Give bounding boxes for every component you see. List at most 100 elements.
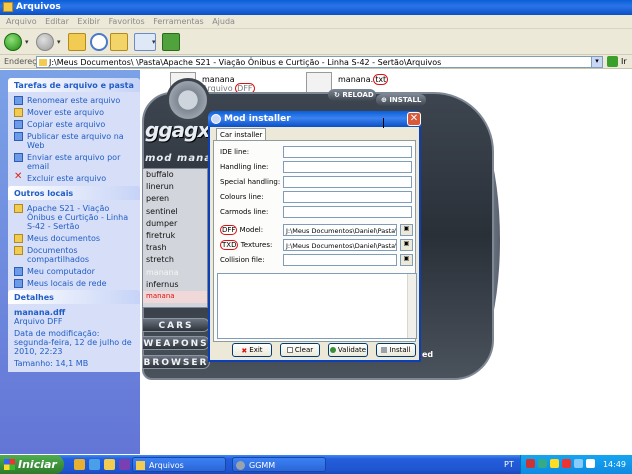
- folders-icon[interactable]: [110, 33, 128, 51]
- ide-line-input[interactable]: [283, 146, 412, 158]
- notes-textarea[interactable]: [217, 273, 417, 339]
- collision-file-input[interactable]: [283, 254, 397, 266]
- install-top-button[interactable]: ⊕ INSTALL: [376, 94, 426, 106]
- menu-ajuda[interactable]: Ajuda: [212, 17, 235, 26]
- start-button[interactable]: Iniciar: [0, 455, 64, 474]
- file-name: manana. txt: [338, 74, 389, 85]
- address-input[interactable]: J:\Meus Documentos\ \Pasta\Apache S21 - …: [36, 56, 592, 68]
- other-places-title[interactable]: Outros locais: [8, 186, 140, 200]
- address-text: J:\Meus Documentos\ \Pasta\Apache S21 - …: [49, 58, 442, 67]
- vehicle-item[interactable]: firetruk: [143, 230, 207, 242]
- file-tasks-title[interactable]: Tarefas de arquivo e pasta: [8, 78, 140, 92]
- copy-icon: [14, 120, 23, 129]
- quick-launch-icon[interactable]: [89, 459, 100, 470]
- browse-folder-icon[interactable]: ▣: [400, 239, 413, 251]
- close-icon[interactable]: ✕: [407, 112, 421, 126]
- reload-button[interactable]: ↻ RELOAD: [328, 89, 376, 101]
- vehicle-item[interactable]: trash: [143, 242, 207, 254]
- place-network[interactable]: Meus locais de rede: [14, 279, 136, 288]
- carmods-line-input[interactable]: [283, 206, 412, 218]
- forward-dropdown-icon[interactable]: ▾: [57, 38, 61, 46]
- menu-favoritos[interactable]: Favoritos: [109, 17, 145, 26]
- txd-textures-input[interactable]: J:\Meus Documentos\Daniel\Pasta\Apa: [283, 239, 397, 251]
- search-icon[interactable]: [90, 33, 108, 51]
- handling-line-label: Handling line:: [220, 163, 269, 171]
- vehicle-item[interactable]: sentinel: [143, 206, 207, 218]
- special-handling-input[interactable]: [283, 176, 412, 188]
- task-rename[interactable]: Renomear este arquivo: [14, 96, 136, 105]
- folder-icon: [39, 59, 47, 66]
- task-publish[interactable]: Publicar este arquivo na Web: [14, 132, 136, 150]
- network-tray-icon[interactable]: [586, 459, 595, 468]
- sync-icon[interactable]: [162, 33, 180, 51]
- notes-scrollbar[interactable]: [407, 274, 416, 338]
- place-my-documents[interactable]: Meus documentos: [14, 234, 136, 243]
- tray-icon[interactable]: [550, 459, 559, 468]
- menu-arquivo[interactable]: Arquivo: [6, 17, 37, 26]
- vehicle-item[interactable]: infernus: [143, 279, 207, 291]
- back-arrow-icon[interactable]: [4, 33, 22, 51]
- vehicle-item[interactable]: stretch: [143, 254, 207, 266]
- detail-modified: Data de modificação: segunda-feira, 12 d…: [14, 329, 132, 356]
- browse-folder-icon[interactable]: ▣: [400, 254, 413, 266]
- address-dropdown-icon[interactable]: ▾: [591, 56, 603, 68]
- place-shared-documents[interactable]: Documentos compartilhados: [14, 246, 136, 264]
- detail-size: Tamanho: 14,1 MB: [14, 359, 89, 368]
- car-installer-pane: IDE line: Handling line: Special handlin…: [213, 140, 417, 342]
- tray-icon[interactable]: [562, 459, 571, 468]
- colours-line-label: Colours line:: [220, 193, 264, 201]
- place-apache[interactable]: Apache S21 - Viação Ônibus e Curtição - …: [14, 204, 136, 231]
- up-folder-icon[interactable]: [68, 33, 86, 51]
- explorer-title-bar[interactable]: Arquivos: [0, 0, 632, 15]
- cars-button[interactable]: CARS: [142, 318, 210, 332]
- task-email[interactable]: Enviar este arquivo por email: [14, 153, 136, 171]
- special-handling-label: Special handling:: [220, 178, 281, 186]
- taskbar-item-arquivos[interactable]: Arquivos: [132, 457, 226, 472]
- taskbar-item-ggmm[interactable]: GGMM: [232, 457, 326, 472]
- place-my-computer[interactable]: Meu computador: [14, 267, 136, 276]
- ide-line-row: IDE line:: [217, 146, 413, 159]
- details-title[interactable]: Detalhes: [8, 290, 140, 304]
- dialog-title-bar[interactable]: Mod installer ✕: [208, 111, 421, 127]
- task-delete[interactable]: ✕ Excluir este arquivo: [14, 172, 136, 184]
- vehicle-item[interactable]: linerun: [143, 181, 207, 193]
- browse-folder-icon[interactable]: ▣: [400, 224, 413, 236]
- forward-arrow-icon[interactable]: [36, 33, 54, 51]
- vehicle-item[interactable]: dumper: [143, 218, 207, 230]
- menu-exibir[interactable]: Exibir: [77, 17, 100, 26]
- quick-launch-icon[interactable]: [104, 459, 115, 470]
- weapons-button[interactable]: WEAPONS: [142, 336, 210, 350]
- quick-launch-icon[interactable]: [119, 459, 130, 470]
- vehicle-list[interactable]: buffalo linerun peren sentinel dumper fi…: [142, 168, 208, 308]
- menu-editar[interactable]: Editar: [45, 17, 69, 26]
- language-indicator[interactable]: PT: [504, 460, 514, 469]
- file-tasks-panel: Tarefas de arquivo e pasta Renomear este…: [8, 78, 140, 190]
- colours-line-input[interactable]: [283, 191, 412, 203]
- exit-x-icon: ✖: [241, 347, 248, 355]
- clear-page-icon: [286, 347, 293, 353]
- validate-button[interactable]: Validate: [328, 343, 368, 357]
- clear-button[interactable]: Clear: [280, 343, 320, 357]
- task-copy[interactable]: Copiar este arquivo: [14, 120, 136, 129]
- menu-ferramentas[interactable]: Ferramentas: [153, 17, 203, 26]
- vehicle-item[interactable]: manana: [143, 267, 207, 279]
- back-dropdown-icon[interactable]: ▾: [25, 38, 29, 46]
- tray-icon[interactable]: [538, 459, 547, 468]
- vehicle-item-selected[interactable]: manana: [143, 290, 207, 304]
- gear-icon: [166, 78, 210, 122]
- carmods-line-row: Carmods line:: [217, 206, 413, 219]
- speaker-icon[interactable]: [574, 459, 583, 468]
- go-button[interactable]: Ir: [607, 56, 632, 68]
- vehicle-item[interactable]: peren: [143, 193, 207, 205]
- exit-button[interactable]: ✖ Exit: [232, 343, 272, 357]
- browser-button[interactable]: BROWSER: [142, 355, 210, 369]
- vehicle-item[interactable]: buffalo: [143, 169, 207, 181]
- install-button[interactable]: Install: [376, 343, 416, 357]
- views-dropdown-icon[interactable]: ▾: [152, 38, 156, 46]
- dff-model-input[interactable]: J:\Meus Documentos\Daniel\Pasta\Apa: [283, 224, 397, 236]
- handling-line-input[interactable]: [283, 161, 412, 173]
- task-move[interactable]: Mover este arquivo: [14, 108, 136, 117]
- quick-launch-icon[interactable]: [74, 459, 85, 470]
- tray-icon[interactable]: [526, 459, 535, 468]
- dialog-app-icon: [211, 114, 221, 124]
